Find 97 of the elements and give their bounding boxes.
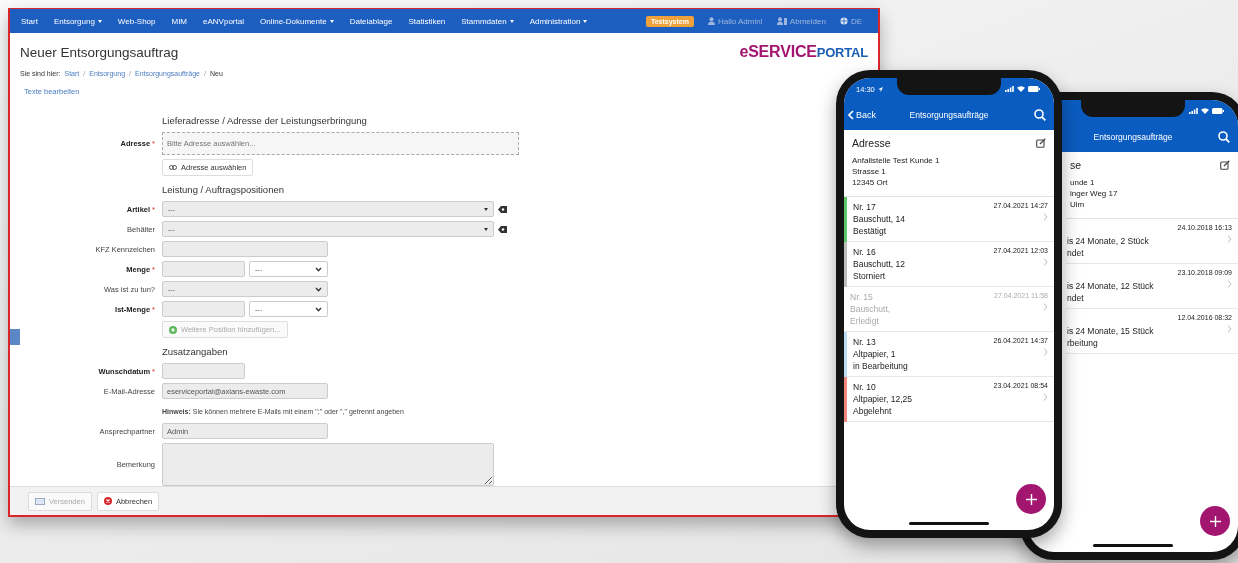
order-status: Abgelehnt: [853, 405, 893, 417]
order-number: Nr. 16: [853, 246, 877, 258]
order-status: Storniert: [853, 270, 887, 282]
signal-icon: [1189, 108, 1198, 114]
edit-icon[interactable]: [1036, 138, 1046, 148]
chevron-right-icon: [1227, 325, 1232, 333]
chevron-right-icon: [1227, 280, 1232, 288]
address-line: inger Weg 17: [1070, 188, 1119, 199]
section-heading: Lieferadresse / Adresse der Leistungserbringung: [162, 114, 367, 128]
section-heading: Zusatzangaben: [162, 345, 228, 359]
envelope-icon: [35, 497, 45, 505]
nav-menu-item[interactable]: Start: [13, 16, 46, 26]
address-line: Anfallstelle Test Kunde 1: [852, 155, 941, 166]
back-button[interactable]: Back: [844, 110, 896, 120]
address-line: unde 1: [1070, 177, 1096, 188]
search-icon[interactable]: [1034, 109, 1046, 121]
nav-link[interactable]: Abmelden: [776, 16, 826, 26]
order-material: is 24 Monate, 15 Stück: [1067, 325, 1154, 337]
user-icon: [707, 17, 715, 25]
order-number: Nr. 15: [850, 291, 874, 303]
caret-icon: [329, 19, 334, 23]
chevron-down-icon: [315, 306, 322, 312]
chevron-left-icon: [848, 110, 854, 120]
page-title: Neuer Entsorgungsauftrag: [20, 44, 179, 60]
nav-menu-item[interactable]: Web-Shop: [109, 16, 164, 26]
remark-field[interactable]: [162, 443, 494, 486]
chevron-down-icon: [315, 286, 322, 292]
wifi-icon: [1017, 86, 1025, 92]
close-icon: [103, 497, 112, 505]
order-number: Nr. 10: [853, 381, 877, 393]
chevron-right-icon: [1043, 348, 1048, 356]
nav-menu-item[interactable]: Administration: [521, 16, 596, 26]
add-button[interactable]: [1200, 506, 1230, 536]
address-line: Ulm: [1070, 199, 1086, 210]
order-material: Altpapier, 1: [853, 348, 897, 360]
text-field[interactable]: [162, 241, 328, 257]
screen-title: Entsorgungsaufträge: [908, 110, 990, 120]
screen-title: Entsorgungsaufträge: [1092, 132, 1174, 142]
nav-link[interactable]: Hallo Admin!: [707, 16, 763, 26]
order-material: is 24 Monate, 12 Stück: [1067, 280, 1154, 292]
battery-icon: [1028, 86, 1040, 92]
section-heading: Leistung / Auftragspositionen: [162, 183, 284, 197]
chevron-down-icon: [315, 266, 322, 272]
order-status: rbeitung: [1067, 337, 1099, 349]
amount-field[interactable]: [162, 301, 245, 317]
order-number: Nr. 13: [853, 336, 877, 348]
nav-menu-item[interactable]: Entsorgung: [45, 16, 110, 26]
order-material: Bauschutt, 14: [853, 213, 905, 225]
order-status: Erledigt: [850, 315, 880, 327]
caret-icon: [484, 207, 488, 211]
date-field[interactable]: [162, 363, 245, 379]
battery-icon: [1212, 108, 1224, 114]
edit-icon[interactable]: [1220, 160, 1230, 170]
order-status: Bestätigt: [853, 225, 888, 237]
chevron-right-icon: [1043, 393, 1048, 401]
plus-circle-icon: [169, 325, 177, 334]
wifi-icon: [1201, 108, 1209, 114]
chevron-right-icon: [1043, 213, 1048, 221]
order-status: in Bearbeitung: [853, 360, 908, 372]
plus-icon: [1209, 515, 1221, 527]
caret-icon: [484, 227, 488, 231]
signal-icon: [1005, 86, 1014, 92]
order-status: ndet: [1067, 247, 1085, 259]
address-line: 12345 Ort: [852, 177, 889, 188]
order-material: Bauschutt, 12: [853, 258, 905, 270]
order-material: is 24 Monate, 2 Stück: [1067, 235, 1149, 247]
order-status: ndet: [1067, 292, 1085, 304]
nav-link[interactable]: DE: [839, 16, 862, 26]
nav-menu-item[interactable]: Statistiken: [400, 16, 454, 26]
caret-icon: [583, 19, 588, 23]
chevron-right-icon: [1043, 258, 1048, 266]
plus-icon: [1025, 493, 1037, 505]
nav-menu-item[interactable]: MIM: [163, 16, 196, 26]
order-material: Altpapier, 12,25: [853, 393, 913, 405]
search-icon[interactable]: [1218, 131, 1230, 143]
tag-icon: [498, 225, 507, 233]
address-line: Strasse 1: [852, 166, 887, 177]
chevron-right-icon: [1227, 235, 1232, 243]
order-material: Bauschutt,: [850, 303, 891, 315]
address-heading: Adresse: [852, 137, 891, 149]
tag-icon: [498, 205, 507, 213]
nav-menu-item[interactable]: Dateiablage: [341, 16, 401, 26]
globe-icon: [839, 17, 848, 25]
address-heading: se: [1070, 159, 1082, 171]
amount-field[interactable]: [162, 261, 245, 277]
caret-icon: [97, 19, 102, 23]
location-arrow-icon: [877, 86, 883, 92]
caret-icon: [509, 19, 514, 23]
nav-menu-item[interactable]: eANVportal: [195, 16, 252, 26]
nav-menu-item[interactable]: Stammdaten: [453, 16, 522, 26]
order-number: Nr. 17: [853, 201, 877, 213]
portal-logo: eSERVICEPORTAL: [739, 43, 868, 61]
chevron-right-icon: [1043, 303, 1048, 311]
nav-menu-item[interactable]: Online-Dokumente: [251, 16, 342, 26]
link-icon: [169, 165, 177, 170]
users-icon: [776, 17, 787, 25]
add-button[interactable]: [1016, 484, 1046, 514]
